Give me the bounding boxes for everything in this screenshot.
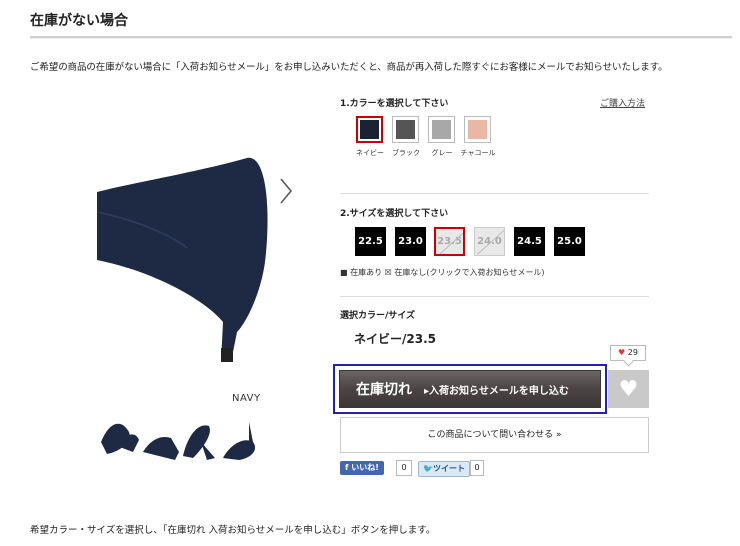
size-option-23-5[interactable]: 23.5 xyxy=(434,227,465,256)
favorite-button[interactable]: ♥ xyxy=(608,370,649,408)
thumbnail-1[interactable] xyxy=(101,423,139,454)
color-step-label: 1.カラーを選択して下さい xyxy=(340,99,449,109)
twitter-icon: 🐦 xyxy=(423,464,433,473)
favorite-count-bubble: ♥ 29 xyxy=(610,345,646,361)
howto-link[interactable]: ご購入方法 xyxy=(600,96,645,109)
facebook-like-count: 0 xyxy=(396,460,412,476)
color-swatch-navy[interactable] xyxy=(356,116,383,143)
page-title: 在庫がない場合 xyxy=(30,13,128,29)
heart-icon: ♥ xyxy=(618,348,626,357)
color-swatch-charcoal[interactable] xyxy=(464,116,491,143)
out-of-stock-label: 在庫切れ xyxy=(356,382,412,398)
restock-notify-label: ▸入荷お知らせメールを申し込む xyxy=(424,385,569,397)
tweet-count: 0 xyxy=(470,460,484,476)
page-description: ご希望の商品の在庫がない場合に「入荷お知らせメール」をお申し込みいただくと、商品… xyxy=(30,62,668,73)
section-divider xyxy=(340,193,649,194)
selection-value: ネイビー/23.5 xyxy=(354,332,436,346)
size-option-25-0[interactable]: 25.0 xyxy=(554,227,585,256)
facebook-like-button[interactable]: f いいね! xyxy=(340,461,384,475)
size-option-24-0[interactable]: 24.0 xyxy=(474,227,505,256)
swatch-label: ネイビー xyxy=(356,149,384,157)
favorite-count: 29 xyxy=(627,348,638,357)
selection-label: 選択カラー/サイズ xyxy=(340,311,416,321)
swatch-label: ブラック xyxy=(392,149,420,157)
chevron-right-icon[interactable] xyxy=(278,176,298,206)
color-swatch-black[interactable] xyxy=(392,116,419,143)
tweet-label: ツイート xyxy=(432,464,465,473)
pump-shoe-illustration xyxy=(97,157,268,362)
swatch-label: グレー xyxy=(431,149,453,157)
tweet-button[interactable]: 🐦ツイート xyxy=(418,461,470,477)
size-option-23-0[interactable]: 23.0 xyxy=(395,227,426,256)
facebook-like-label: いいね! xyxy=(351,463,379,472)
thumbnail-2[interactable] xyxy=(143,436,179,460)
size-option-22-5[interactable]: 22.5 xyxy=(355,227,386,256)
swatch-label: チャコール xyxy=(460,149,496,157)
heart-icon: ♥ xyxy=(618,376,639,402)
title-divider xyxy=(30,36,732,39)
thumbnail-4[interactable] xyxy=(223,422,256,460)
restock-notify-button[interactable]: 在庫切れ ▸入荷お知らせメールを申し込む xyxy=(339,370,601,408)
section-divider xyxy=(340,296,649,297)
product-thumbnails xyxy=(99,412,265,464)
thumbnail-3[interactable] xyxy=(183,425,215,460)
footer-note: 希望カラー・サイズを選択し、「在庫切れ 入荷お知らせメールを申し込む」ボタンを押… xyxy=(30,525,436,536)
size-step-label: 2.サイズを選択して下さい xyxy=(340,209,449,219)
size-option-24-5[interactable]: 24.5 xyxy=(514,227,545,256)
stock-legend: ■ 在庫あり ☒ 在庫なし(クリックで入荷お知らせメール) xyxy=(340,268,545,277)
product-image xyxy=(97,152,283,376)
inquiry-button[interactable]: この商品について問い合わせる » xyxy=(340,417,649,453)
color-caption: NAVY xyxy=(232,393,261,404)
color-swatch-gray[interactable] xyxy=(428,116,455,143)
